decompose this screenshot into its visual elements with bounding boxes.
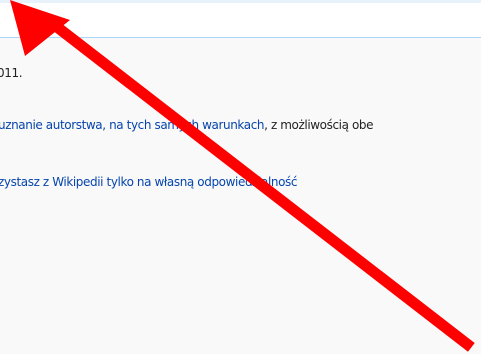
license-text: , z możliwością obe [264, 118, 374, 132]
search-bar-area [0, 0, 481, 38]
disclaimer-line: zystasz z Wikipedii tylko na własną odpo… [0, 174, 297, 190]
license-line: uznanie autorstwa, na tych samych warunk… [0, 117, 374, 133]
disclaimer-link[interactable]: zystasz z Wikipedii tylko na własną odpo… [0, 175, 297, 189]
last-modified-line: 011. [0, 65, 23, 81]
page-footer: 011. uznanie autorstwa, na tych samych w… [0, 38, 481, 354]
license-link[interactable]: uznanie autorstwa, na tych samych warunk… [0, 118, 265, 132]
top-edge [0, 0, 481, 3]
last-modified-text: 011. [0, 66, 23, 80]
